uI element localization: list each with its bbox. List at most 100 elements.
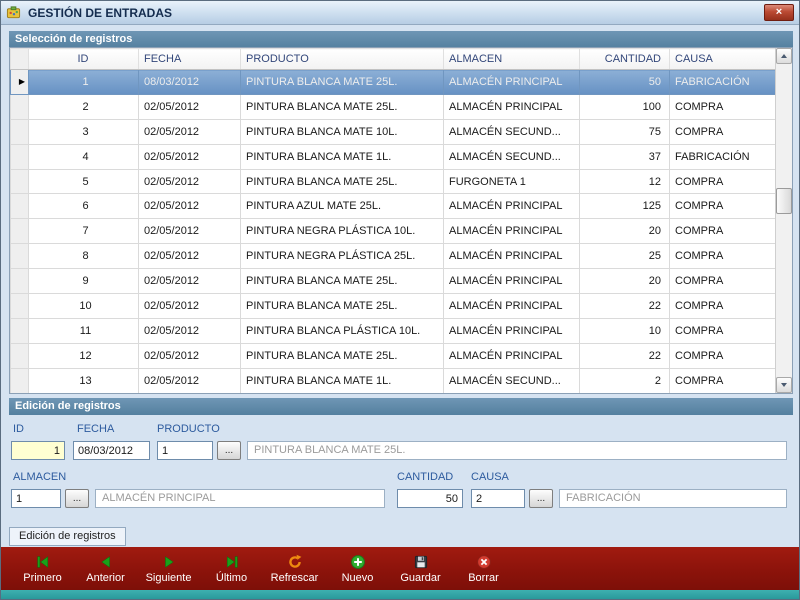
row-selector[interactable] <box>10 243 29 270</box>
column-header-causa[interactable]: CAUSA <box>669 48 776 70</box>
cell-causa[interactable]: COMPRA <box>669 367 776 393</box>
cell-fecha[interactable]: 02/05/2012 <box>138 317 241 344</box>
cell-cantidad[interactable]: 2 <box>579 367 670 393</box>
cell-id[interactable]: 3 <box>28 118 139 145</box>
column-header-id[interactable]: ID <box>28 48 139 70</box>
cell-almacen[interactable]: ALMACÉN SECUND... <box>443 118 580 145</box>
refresh-button[interactable]: Refrescar <box>263 553 326 584</box>
cell-almacen[interactable]: ALMACÉN SECUND... <box>443 143 580 170</box>
cell-id[interactable]: 9 <box>28 268 139 295</box>
cell-cantidad[interactable]: 37 <box>579 143 670 170</box>
cell-almacen[interactable]: ALMACÉN PRINCIPAL <box>443 93 580 120</box>
cell-causa[interactable]: COMPRA <box>669 118 776 145</box>
cell-cantidad[interactable]: 125 <box>579 193 670 220</box>
row-selector[interactable] <box>10 342 29 369</box>
row-selector[interactable]: ▶ <box>10 69 29 95</box>
column-header-almacen[interactable]: ALMACEN <box>443 48 580 70</box>
almacen-code-field[interactable] <box>11 489 61 508</box>
cell-cantidad[interactable]: 22 <box>579 293 670 319</box>
causa-lookup-button[interactable]: ... <box>529 489 553 508</box>
cell-producto[interactable]: PINTURA BLANCA MATE 25L. <box>240 342 444 369</box>
row-selector[interactable] <box>10 317 29 344</box>
last-button[interactable]: Último <box>200 553 263 584</box>
cell-causa[interactable]: COMPRA <box>669 317 776 344</box>
table-row[interactable]: 2 02/05/2012 PINTURA BLANCA MATE 25L. ALMAC… <box>10 93 776 120</box>
almacen-lookup-button[interactable]: ... <box>65 489 89 508</box>
cell-producto[interactable]: PINTURA BLANCA PLÁSTICA 10L. <box>240 317 444 344</box>
cell-cantidad[interactable]: 20 <box>579 218 670 245</box>
cell-cantidad[interactable]: 100 <box>579 93 670 120</box>
cell-id[interactable]: 2 <box>28 93 139 120</box>
cell-fecha[interactable]: 02/05/2012 <box>138 243 241 270</box>
cell-almacen[interactable]: ALMACÉN PRINCIPAL <box>443 69 580 95</box>
table-row[interactable]: 13 02/05/2012 PINTURA BLANCA MATE 1L. ALMAC… <box>10 367 776 393</box>
cell-almacen[interactable]: ALMACÉN PRINCIPAL <box>443 243 580 270</box>
close-button[interactable]: × <box>764 4 794 21</box>
row-selector[interactable] <box>10 268 29 295</box>
cell-fecha[interactable]: 02/05/2012 <box>138 293 241 319</box>
next-button[interactable]: Siguiente <box>137 553 200 584</box>
table-row[interactable]: ▶ 1 08/03/2012 PINTURA BLANCA MATE 25L. ALMA… <box>10 69 776 95</box>
vertical-scrollbar[interactable] <box>775 48 792 393</box>
fecha-field[interactable] <box>73 441 150 460</box>
cell-id[interactable]: 8 <box>28 243 139 270</box>
cell-almacen[interactable]: ALMACÉN PRINCIPAL <box>443 317 580 344</box>
cell-causa[interactable]: COMPRA <box>669 293 776 319</box>
cell-producto[interactable]: PINTURA BLANCA MATE 1L. <box>240 143 444 170</box>
table-row[interactable]: 10 02/05/2012 PINTURA BLANCA MATE 25L. ALMA… <box>10 293 776 319</box>
table-row[interactable]: 12 02/05/2012 PINTURA BLANCA MATE 25L. ALMA… <box>10 342 776 369</box>
causa-code-field[interactable] <box>471 489 525 508</box>
save-button[interactable]: Guardar <box>389 553 452 584</box>
cantidad-field[interactable] <box>397 489 463 508</box>
cell-cantidad[interactable]: 20 <box>579 268 670 295</box>
scrollbar-thumb[interactable] <box>776 188 792 214</box>
cell-id[interactable]: 6 <box>28 193 139 220</box>
tab-edicion-de-registros[interactable]: Edición de registros <box>9 527 126 546</box>
row-selector[interactable] <box>10 293 29 319</box>
cell-almacen[interactable]: ALMACÉN PRINCIPAL <box>443 268 580 295</box>
cell-id[interactable]: 12 <box>28 342 139 369</box>
cell-almacen[interactable]: FURGONETA 1 <box>443 168 580 195</box>
cell-cantidad[interactable]: 50 <box>579 69 670 95</box>
cell-causa[interactable]: FABRICACIÓN <box>669 143 776 170</box>
row-selector[interactable] <box>10 168 29 195</box>
cell-almacen[interactable]: ALMACÉN SECUND... <box>443 367 580 393</box>
cell-id[interactable]: 5 <box>28 168 139 195</box>
cell-almacen[interactable]: ALMACÉN PRINCIPAL <box>443 293 580 319</box>
new-button[interactable]: Nuevo <box>326 553 389 584</box>
table-row[interactable]: 6 02/05/2012 PINTURA AZUL MATE 25L. ALMACÉN… <box>10 193 776 220</box>
table-row[interactable]: 11 02/05/2012 PINTURA BLANCA PLÁSTICA 10L.… <box>10 317 776 344</box>
row-selector[interactable] <box>10 218 29 245</box>
cell-causa[interactable]: COMPRA <box>669 193 776 220</box>
cell-id[interactable]: 10 <box>28 293 139 319</box>
table-row[interactable]: 3 02/05/2012 PINTURA BLANCA MATE 10L. ALMAC… <box>10 118 776 145</box>
cell-causa[interactable]: COMPRA <box>669 168 776 195</box>
cell-cantidad[interactable]: 25 <box>579 243 670 270</box>
column-header-producto[interactable]: PRODUCTO <box>240 48 444 70</box>
cell-fecha[interactable]: 02/05/2012 <box>138 93 241 120</box>
table-row[interactable]: 8 02/05/2012 PINTURA NEGRA PLÁSTICA 25L. AL… <box>10 243 776 270</box>
cell-producto[interactable]: PINTURA BLANCA MATE 25L. <box>240 93 444 120</box>
cell-fecha[interactable]: 02/05/2012 <box>138 168 241 195</box>
cell-cantidad[interactable]: 12 <box>579 168 670 195</box>
cell-id[interactable]: 11 <box>28 317 139 344</box>
cell-producto[interactable]: PINTURA AZUL MATE 25L. <box>240 193 444 220</box>
table-row[interactable]: 4 02/05/2012 PINTURA BLANCA MATE 1L. ALMACÉ… <box>10 143 776 170</box>
cell-fecha[interactable]: 02/05/2012 <box>138 118 241 145</box>
table-row[interactable]: 5 02/05/2012 PINTURA BLANCA MATE 25L. FURGO… <box>10 168 776 195</box>
cell-causa[interactable]: COMPRA <box>669 342 776 369</box>
cell-fecha[interactable]: 02/05/2012 <box>138 143 241 170</box>
cell-producto[interactable]: PINTURA BLANCA MATE 25L. <box>240 69 444 95</box>
cell-producto[interactable]: PINTURA BLANCA MATE 25L. <box>240 293 444 319</box>
producto-code-field[interactable] <box>157 441 213 460</box>
row-selector[interactable] <box>10 143 29 170</box>
cell-causa[interactable]: COMPRA <box>669 243 776 270</box>
cell-fecha[interactable]: 08/03/2012 <box>138 69 241 95</box>
cell-fecha[interactable]: 02/05/2012 <box>138 342 241 369</box>
id-field[interactable] <box>11 441 65 460</box>
row-selector[interactable] <box>10 193 29 220</box>
cell-id[interactable]: 4 <box>28 143 139 170</box>
cell-id[interactable]: 1 <box>28 69 139 95</box>
row-selector[interactable] <box>10 118 29 145</box>
first-button[interactable]: Primero <box>11 553 74 584</box>
